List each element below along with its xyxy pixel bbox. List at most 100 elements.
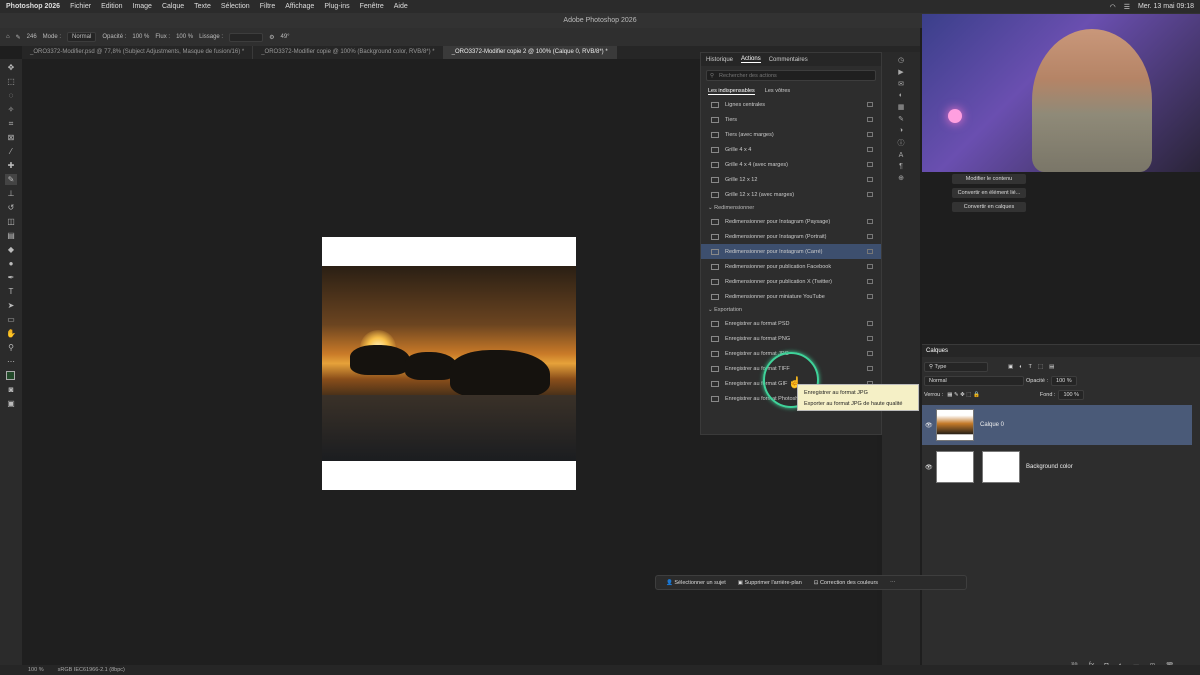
menu-filtre[interactable]: Filtre <box>260 3 276 10</box>
action-item[interactable]: Redimensionner pour Instagram (Paysage) <box>701 214 881 229</box>
action-item[interactable]: Enregistrer au format PSD <box>701 316 881 331</box>
subtab-indispensables[interactable]: Les indispensables <box>708 88 755 95</box>
stamp-tool-icon[interactable]: ⊥ <box>5 188 17 199</box>
color-profile[interactable]: sRGB IEC61966-2.1 (8bpc) <box>58 667 125 673</box>
menu-fenetre[interactable]: Fenêtre <box>360 3 384 10</box>
action-dialog-icon[interactable] <box>867 177 873 182</box>
action-item[interactable]: Redimensionner pour miniature YouTube <box>701 289 881 304</box>
action-item[interactable]: Grille 12 x 12 (avec marges) <box>701 187 881 202</box>
action-dialog-icon[interactable] <box>867 117 873 122</box>
clock[interactable]: Mer. 13 mai 09:18 <box>1138 3 1194 10</box>
lasso-tool-icon[interactable]: ◌ <box>5 90 17 101</box>
info-panel-icon[interactable]: ⓘ <box>898 138 905 148</box>
blur-tool-icon[interactable]: ◆ <box>5 244 17 255</box>
settings-gear-icon[interactable]: ⚙ <box>269 34 274 41</box>
action-item[interactable]: Grille 12 x 12 <box>701 172 881 187</box>
layer-row-calque0[interactable]: 👁 Calque 0 <box>922 405 1192 445</box>
marquee-tool-icon[interactable]: ⬚ <box>5 76 17 87</box>
tab-document-2[interactable]: _ORO3372-Modifier copie @ 100% (Backgrou… <box>253 46 444 59</box>
filter-type-icon[interactable]: T <box>1029 364 1032 370</box>
action-dialog-icon[interactable] <box>867 162 873 167</box>
healing-brush-icon[interactable]: ✚ <box>5 160 17 171</box>
brush-size[interactable]: 246 <box>27 34 37 40</box>
subtab-votres[interactable]: Les vôtres <box>765 88 790 94</box>
menu-plugins[interactable]: Plug-ins <box>324 3 349 10</box>
visibility-eye-icon[interactable]: 👁 <box>925 422 933 429</box>
menu-fichier[interactable]: Fichier <box>70 3 91 10</box>
action-item[interactable]: Grille 4 x 4 (avec marges) <box>701 157 881 172</box>
action-dialog-icon[interactable] <box>867 351 873 356</box>
action-dialog-icon[interactable] <box>867 132 873 137</box>
action-item[interactable]: Redimensionner pour Instagram (Portrait) <box>701 229 881 244</box>
blend-mode-select[interactable]: Normal <box>924 376 1024 386</box>
menu-image[interactable]: Image <box>133 3 152 10</box>
menu-calque[interactable]: Calque <box>162 3 184 10</box>
menu-texte[interactable]: Texte <box>194 3 211 10</box>
layer-name[interactable]: Calque 0 <box>980 422 1004 428</box>
tab-document-1[interactable]: _ORO3372-Modifier.psd @ 77,8% (Subject A… <box>22 46 254 59</box>
tab-historique[interactable]: Historique <box>706 57 733 63</box>
action-dialog-icon[interactable] <box>867 321 873 326</box>
quick-mask-icon[interactable]: ◙ <box>5 384 17 395</box>
action-dialog-icon[interactable] <box>867 192 873 197</box>
action-dialog-icon[interactable] <box>867 336 873 341</box>
filter-smart-icon[interactable]: ▤ <box>1049 364 1054 370</box>
paragraph-panel-icon[interactable]: ¶ <box>899 163 903 170</box>
opacity-value[interactable]: 100 % <box>132 34 149 40</box>
move-tool-icon[interactable]: ✥ <box>5 62 17 73</box>
control-center-icon[interactable]: ☰ <box>1124 3 1130 11</box>
menu-edition[interactable]: Edition <box>101 3 122 10</box>
more-tools-icon[interactable]: ⋯ <box>5 356 17 367</box>
app-menu[interactable]: Photoshop 2026 <box>6 3 60 10</box>
layer-name[interactable]: Background color <box>1026 464 1073 470</box>
color-correction-button[interactable]: ⊡ Correction des couleurs <box>814 580 878 586</box>
filter-adjust-icon[interactable]: ◐ <box>1019 364 1022 370</box>
action-item[interactable]: Enregistrer au format PNG <box>701 331 881 346</box>
layers-panel-title[interactable]: Calques <box>922 345 1200 357</box>
action-dialog-icon[interactable] <box>867 279 873 284</box>
zoom-level[interactable]: 100 % <box>28 667 44 673</box>
angle-value[interactable]: 49° <box>280 34 289 40</box>
layer-row-background-color[interactable]: 👁 Background color <box>922 447 1192 487</box>
layer-fill-input[interactable]: 100 % <box>1058 390 1085 400</box>
action-item[interactable]: Tiers (avec marges) <box>701 127 881 142</box>
swatches-panel-icon[interactable]: ▦ <box>898 103 905 111</box>
action-item[interactable]: Tiers <box>701 112 881 127</box>
eyedropper-icon[interactable]: ⁄ <box>5 146 17 157</box>
select-subject-button[interactable]: 👤 Sélectionner un sujet <box>666 580 726 586</box>
history-panel-icon[interactable]: ◷ <box>898 56 904 64</box>
crop-tool-icon[interactable]: ⌗ <box>5 118 17 129</box>
action-dialog-icon[interactable] <box>867 147 873 152</box>
menu-selection[interactable]: Sélection <box>221 3 250 10</box>
visibility-eye-icon[interactable]: 👁 <box>925 464 933 471</box>
quick-select-icon[interactable]: ✧ <box>5 104 17 115</box>
action-item[interactable]: Grille 4 x 4 <box>701 142 881 157</box>
filter-shape-icon[interactable]: ⬚ <box>1038 364 1043 370</box>
flux-value[interactable]: 100 % <box>176 34 193 40</box>
action-dialog-icon[interactable] <box>867 219 873 224</box>
action-dialog-icon[interactable] <box>867 366 873 371</box>
type-tool-icon[interactable]: T <box>5 286 17 297</box>
action-dialog-icon[interactable] <box>867 249 873 254</box>
frame-tool-icon[interactable]: ⊠ <box>5 132 17 143</box>
actions-panel-icon[interactable]: ▶ <box>898 68 903 76</box>
layer-filter-select[interactable]: ⚲ Type <box>924 362 988 372</box>
action-dialog-icon[interactable] <box>867 294 873 299</box>
action-item[interactable]: Redimensionner pour publication Facebook <box>701 259 881 274</box>
rectangle-tool-icon[interactable]: ▭ <box>5 314 17 325</box>
tab-document-3[interactable]: _ORO3372-Modifier copie 2 @ 100% (Calque… <box>443 46 617 59</box>
tab-commentaires[interactable]: Commentaires <box>769 57 808 63</box>
character-panel-icon[interactable]: A <box>899 152 904 159</box>
action-dialog-icon[interactable] <box>867 264 873 269</box>
wifi-icon[interactable]: ◠ <box>1110 3 1116 11</box>
adjustments-icon[interactable]: ◑ <box>899 127 903 134</box>
pen-tool-icon[interactable]: ✒ <box>5 272 17 283</box>
layer-opacity-input[interactable]: 100 % <box>1051 376 1077 386</box>
brush-settings-icon[interactable]: ✎ <box>898 115 904 123</box>
hand-tool-icon[interactable]: ✋ <box>5 328 17 339</box>
menu-affichage[interactable]: Affichage <box>285 3 314 10</box>
lock-icons[interactable]: ▦ ✎ ✥ ⬚ 🔒 <box>947 392 980 398</box>
dodge-tool-icon[interactable]: ● <box>5 258 17 269</box>
section-exportation[interactable]: ⌄ Exportation <box>701 304 881 316</box>
mode-select[interactable]: Normal <box>67 32 97 42</box>
